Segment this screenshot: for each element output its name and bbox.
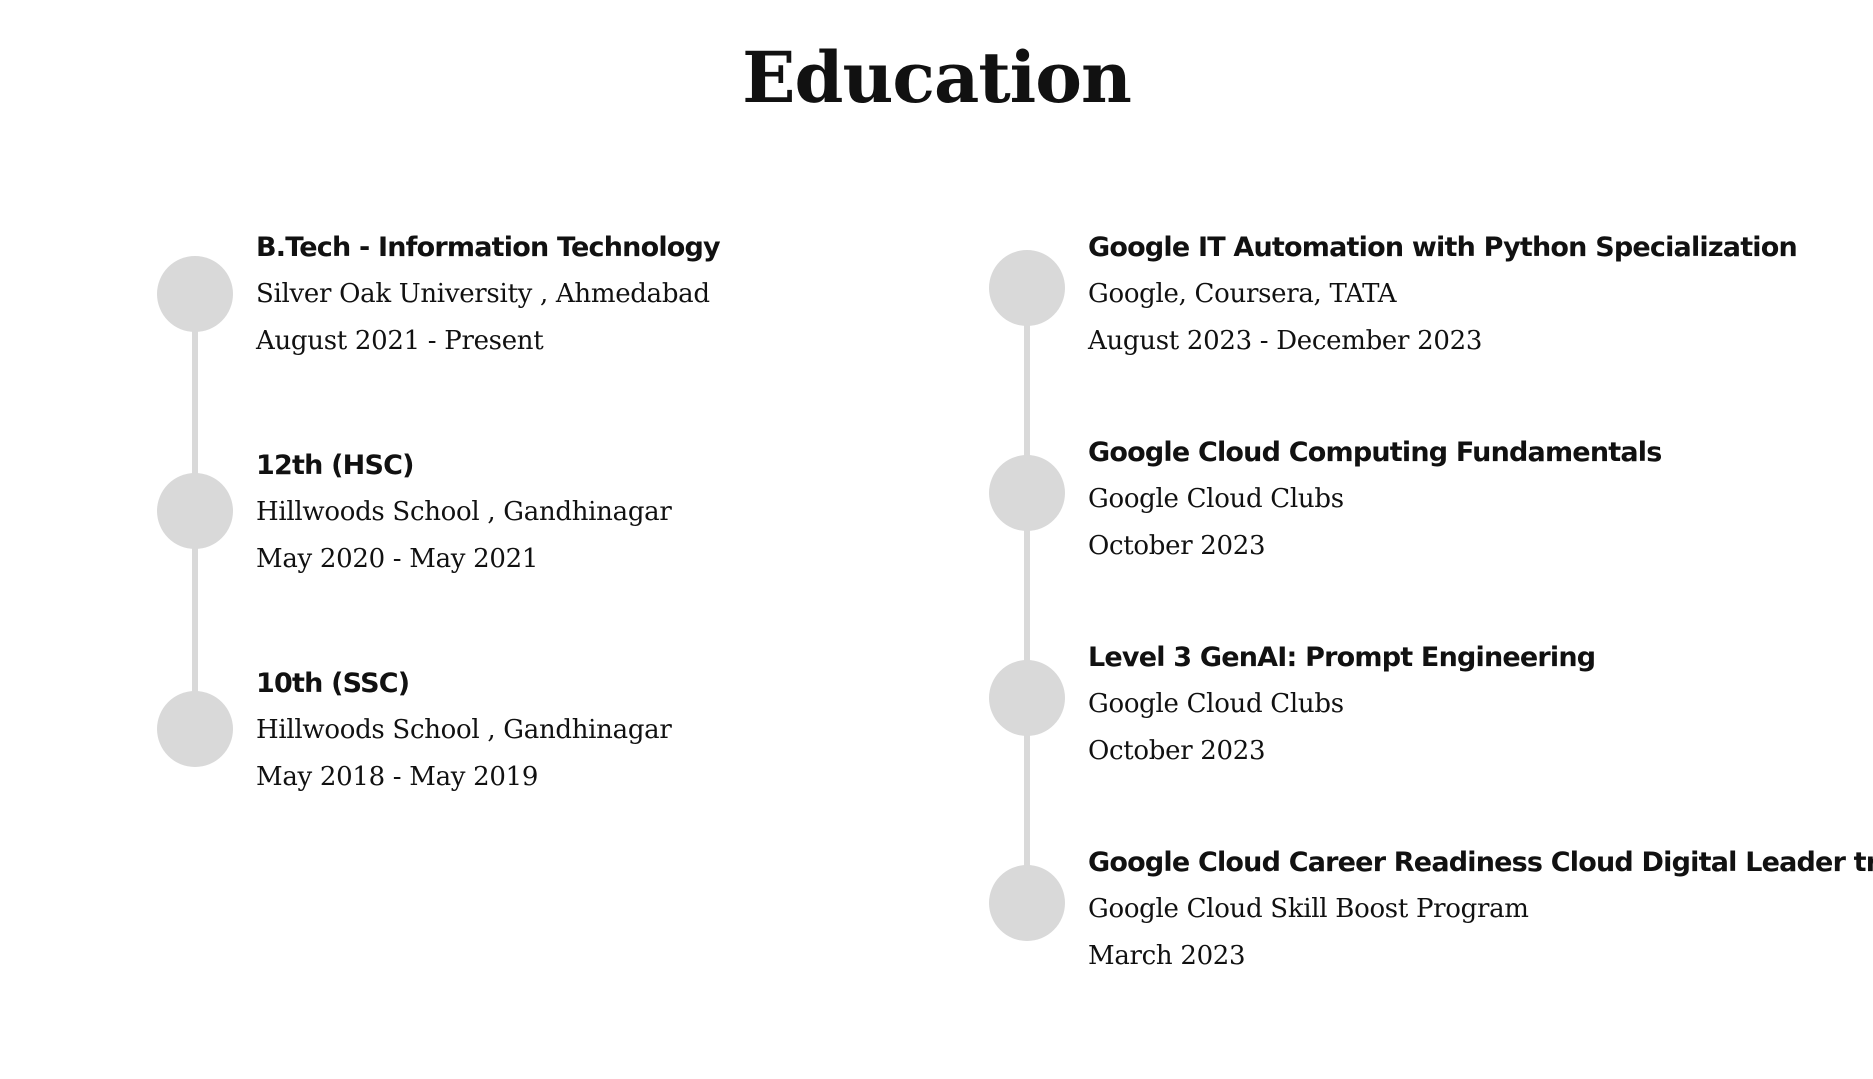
item-dates: October 2023 — [1088, 736, 1266, 766]
timeline-dot — [989, 865, 1065, 941]
timeline-dot — [989, 250, 1065, 326]
timeline-dot — [989, 660, 1065, 736]
item-title: Google Cloud Computing Fundamentals — [1088, 437, 1662, 468]
timeline-line — [1024, 286, 1030, 904]
item-issuer: Google, Coursera, TATA — [1088, 279, 1397, 309]
item-title: 10th (SSC) — [256, 668, 410, 699]
item-dates: May 2020 - May 2021 — [256, 544, 539, 574]
item-dates: October 2023 — [1088, 531, 1266, 561]
item-issuer: Google Cloud Clubs — [1088, 484, 1344, 514]
timeline-dot — [989, 455, 1065, 531]
item-title: Google IT Automation with Python Special… — [1088, 232, 1798, 263]
item-institution: Hillwoods School , Gandhinagar — [256, 715, 672, 745]
item-title: 12th (HSC) — [256, 450, 414, 481]
item-dates: August 2023 - December 2023 — [1088, 326, 1483, 356]
item-issuer: Google Cloud Clubs — [1088, 689, 1344, 719]
item-title: Level 3 GenAI: Prompt Engineering — [1088, 642, 1596, 673]
item-dates: March 2023 — [1088, 941, 1246, 971]
item-title: Google Cloud Career Readiness Cloud Digi… — [1088, 847, 1873, 878]
item-issuer: Google Cloud Skill Boost Program — [1088, 894, 1529, 924]
timeline-dot — [157, 256, 233, 332]
item-institution: Silver Oak University , Ahmedabad — [256, 279, 710, 309]
item-institution: Hillwoods School , Gandhinagar — [256, 497, 672, 527]
item-title: B.Tech - Information Technology — [256, 232, 721, 263]
item-dates: May 2018 - May 2019 — [256, 762, 539, 792]
page-title: Education — [742, 36, 1132, 119]
timeline-dot — [157, 473, 233, 549]
item-dates: August 2021 - Present — [256, 326, 544, 356]
timeline-dot — [157, 691, 233, 767]
